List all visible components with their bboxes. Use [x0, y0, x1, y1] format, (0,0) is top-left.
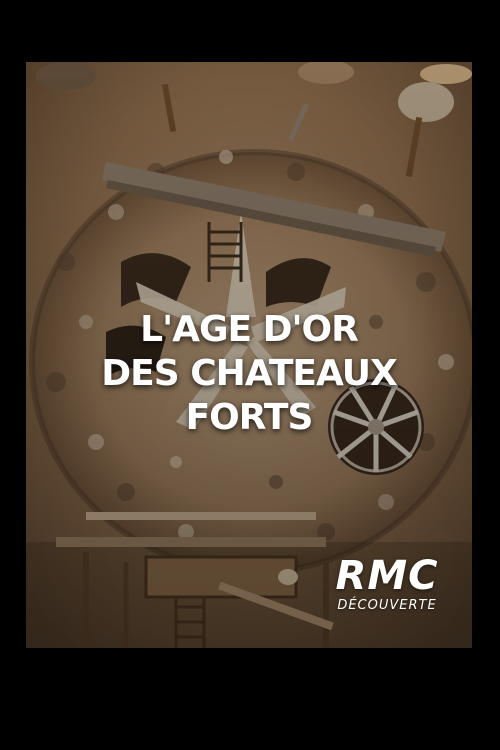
title-line-2: DES CHATEAUX — [101, 353, 397, 394]
poster-title: L'AGE D'OR DES CHATEAUX FORTS — [26, 308, 472, 440]
title-line-1: L'AGE D'OR — [140, 309, 359, 350]
title-line-3: FORTS — [185, 397, 314, 438]
logo-sub-text: DÉCOUVERTE — [337, 598, 437, 613]
logo-main-text: RMC — [335, 553, 439, 599]
rmc-decouverte-logo: RMC DÉCOUVERTE — [322, 554, 452, 614]
poster-image: L'AGE D'OR DES CHATEAUX FORTS RMC DÉCOUV… — [26, 62, 472, 648]
